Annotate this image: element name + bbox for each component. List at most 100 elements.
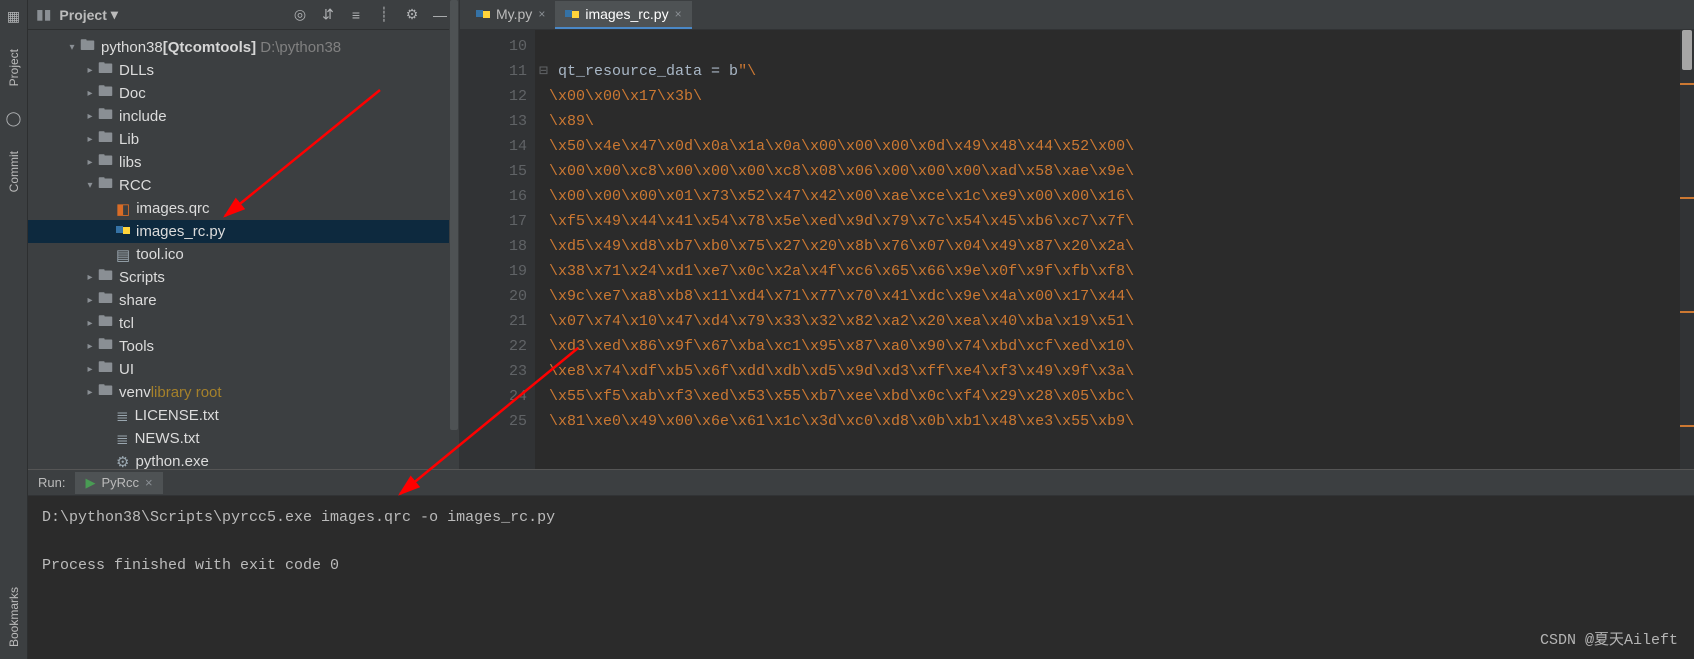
tree-folder[interactable]: ▸🖿venv library root	[28, 381, 459, 404]
folder-icon: 🖿	[98, 173, 113, 198]
code-line: \xf5\x49\x44\x41\x54\x78\x5e\xed\x9d\x79…	[549, 209, 1680, 234]
divider-icon: ┊	[373, 4, 395, 26]
tree-item-label: share	[119, 292, 157, 309]
tree-twisty-icon[interactable]: ▸	[82, 134, 98, 145]
run-label: Run:	[38, 475, 65, 490]
project-scrollbar[interactable]	[449, 0, 459, 469]
project-toolbar: ▮▮ Project ▾ ◎ ⇵ ≡ ┊ ⚙ —	[28, 0, 459, 30]
tree-twisty-icon[interactable]: ▾	[82, 180, 98, 191]
tree-folder[interactable]: ▾🖿python38 [Qtcomtools] D:\python38	[28, 36, 459, 59]
tree-twisty-icon[interactable]: ▸	[82, 387, 98, 398]
close-icon[interactable]: ×	[675, 7, 682, 21]
code-line: \x89\	[549, 109, 1680, 134]
folder-icon: 🖿	[98, 58, 113, 83]
run-output[interactable]: D:\python38\Scripts\pyrcc5.exe images.qr…	[28, 496, 1694, 659]
tree-twisty-icon[interactable]: ▸	[82, 318, 98, 329]
close-icon[interactable]: ×	[145, 475, 153, 490]
project-tree[interactable]: ▾🖿python38 [Qtcomtools] D:\python38▸🖿DLL…	[28, 30, 459, 469]
tree-file[interactable]: ◧images.qrc	[28, 197, 459, 220]
project-view-dropdown[interactable]: Project ▾	[59, 6, 118, 23]
marker-stripe	[1680, 425, 1694, 427]
tree-file[interactable]: ⚙︎python.exe	[28, 450, 459, 469]
exe-file-icon: ⚙︎	[116, 453, 129, 470]
tree-folder[interactable]: ▸🖿Tools	[28, 335, 459, 358]
tree-folder[interactable]: ▸🖿 Scripts	[28, 266, 459, 289]
tree-folder[interactable]: ▸🖿UI	[28, 358, 459, 381]
folder-icon: 🖿	[98, 311, 113, 336]
tree-folder[interactable]: ▾🖿RCC	[28, 174, 459, 197]
watermark: CSDN @夏天Aileft	[1540, 629, 1678, 653]
tree-twisty-icon[interactable]: ▸	[82, 88, 98, 99]
marker-stripe	[1680, 83, 1694, 85]
tree-twisty-icon[interactable]: ▸	[82, 341, 98, 352]
tree-item-label: images.qrc	[136, 200, 209, 217]
python-file-icon	[476, 7, 490, 21]
project-rail-icon[interactable]: ▦	[7, 8, 20, 25]
expand-icon[interactable]: ≡	[345, 4, 367, 26]
tree-item-label: tcl	[119, 315, 134, 332]
code-line: \x9c\xe7\xa8\xb8\x11\xd4\x71\x77\x70\x41…	[549, 284, 1680, 309]
code-editor[interactable]: 10111213141516171819202122232425 ⊟qt_res…	[460, 30, 1694, 469]
project-rail-label[interactable]: Project	[7, 49, 21, 86]
run-config-tab[interactable]: ▶ PyRcc ×	[75, 472, 162, 494]
commit-rail-icon[interactable]: ◯	[6, 110, 22, 127]
tree-twisty-icon[interactable]: ▾	[64, 42, 80, 53]
code-line: \xe8\x74\xdf\xb5\x6f\xdd\xdb\xd5\x9d\xd3…	[549, 359, 1680, 384]
tree-twisty-icon[interactable]: ▸	[82, 272, 98, 283]
tree-twisty-icon[interactable]: ▸	[82, 111, 98, 122]
tree-file[interactable]: ▤tool.ico	[28, 243, 459, 266]
tree-file[interactable]: ≣NEWS.txt	[28, 427, 459, 450]
run-output-line: Process finished with exit code 0	[42, 554, 1680, 578]
tree-folder[interactable]: ▸🖿share	[28, 289, 459, 312]
tree-item-label: Lib	[119, 131, 139, 148]
folder-icon: 🖿	[98, 265, 113, 290]
code-line: \x55\xf5\xab\xf3\xed\x53\x55\xb7\xee\xbd…	[549, 384, 1680, 409]
collapse-icon[interactable]: ⇵	[317, 4, 339, 26]
tree-item-label: Tools	[119, 338, 154, 355]
folder-icon: 🖿	[80, 35, 95, 60]
tree-folder[interactable]: ▸🖿Doc	[28, 82, 459, 105]
folder-icon: 🖿	[98, 81, 113, 106]
code-line: \x07\x74\x10\x47\xd4\x79\x33\x32\x82\xa2…	[549, 309, 1680, 334]
editor-area: My.py×images_rc.py× 10111213141516171819…	[460, 0, 1694, 469]
folder-icon: 🖿	[98, 357, 113, 382]
tree-file[interactable]: images_rc.py	[28, 220, 459, 243]
code-line	[549, 34, 1680, 59]
editor-tab[interactable]: My.py ×	[466, 1, 555, 29]
editor-tab[interactable]: images_rc.py×	[555, 1, 691, 29]
editor-scrollbar[interactable]	[1680, 30, 1694, 469]
scrollbar-thumb[interactable]	[1682, 30, 1692, 70]
folder-icon: 🖿	[98, 150, 113, 175]
tree-folder[interactable]: ▸🖿 tcl	[28, 312, 459, 335]
folder-icon: ▮▮	[36, 6, 51, 23]
marker-stripe	[1680, 197, 1694, 199]
tree-file[interactable]: ≣LICENSE.txt	[28, 404, 459, 427]
commit-rail-label[interactable]: Commit	[7, 151, 21, 192]
tree-twisty-icon[interactable]: ▸	[82, 157, 98, 168]
folder-icon: 🖿	[98, 127, 113, 152]
tree-item-label: LICENSE.txt	[135, 407, 219, 424]
tree-item-label: include	[119, 108, 167, 125]
tree-item-label: Scripts	[119, 269, 165, 286]
tree-folder[interactable]: ▸🖿 include	[28, 105, 459, 128]
tree-twisty-icon[interactable]: ▸	[82, 364, 98, 375]
target-icon[interactable]: ◎	[289, 4, 311, 26]
settings-icon[interactable]: ⚙	[401, 4, 423, 26]
tree-twisty-icon[interactable]: ▸	[82, 295, 98, 306]
code-line: \x50\x4e\x47\x0d\x0a\x1a\x0a\x00\x00\x00…	[549, 134, 1680, 159]
tree-twisty-icon[interactable]: ▸	[82, 65, 98, 76]
minimize-icon[interactable]: —	[429, 4, 451, 26]
tab-label: My.py	[496, 6, 532, 22]
tree-folder[interactable]: ▸🖿DLLs	[28, 59, 459, 82]
close-icon[interactable]: ×	[538, 7, 545, 21]
folder-icon: 🖿	[98, 104, 113, 129]
tree-folder[interactable]: ▸🖿libs	[28, 151, 459, 174]
project-view-label: Project	[59, 7, 106, 23]
bookmarks-rail-label[interactable]: Bookmarks	[7, 587, 21, 647]
run-output-line: D:\python38\Scripts\pyrcc5.exe images.qr…	[42, 506, 1680, 530]
tree-folder[interactable]: ▸🖿 Lib	[28, 128, 459, 151]
tree-item-label: NEWS.txt	[135, 430, 200, 447]
marker-stripe	[1680, 311, 1694, 313]
editor-code[interactable]: ⊟qt_resource_data = b"\\x00\x00\x17\x3b\…	[535, 30, 1680, 469]
scrollbar-thumb[interactable]	[450, 0, 458, 430]
